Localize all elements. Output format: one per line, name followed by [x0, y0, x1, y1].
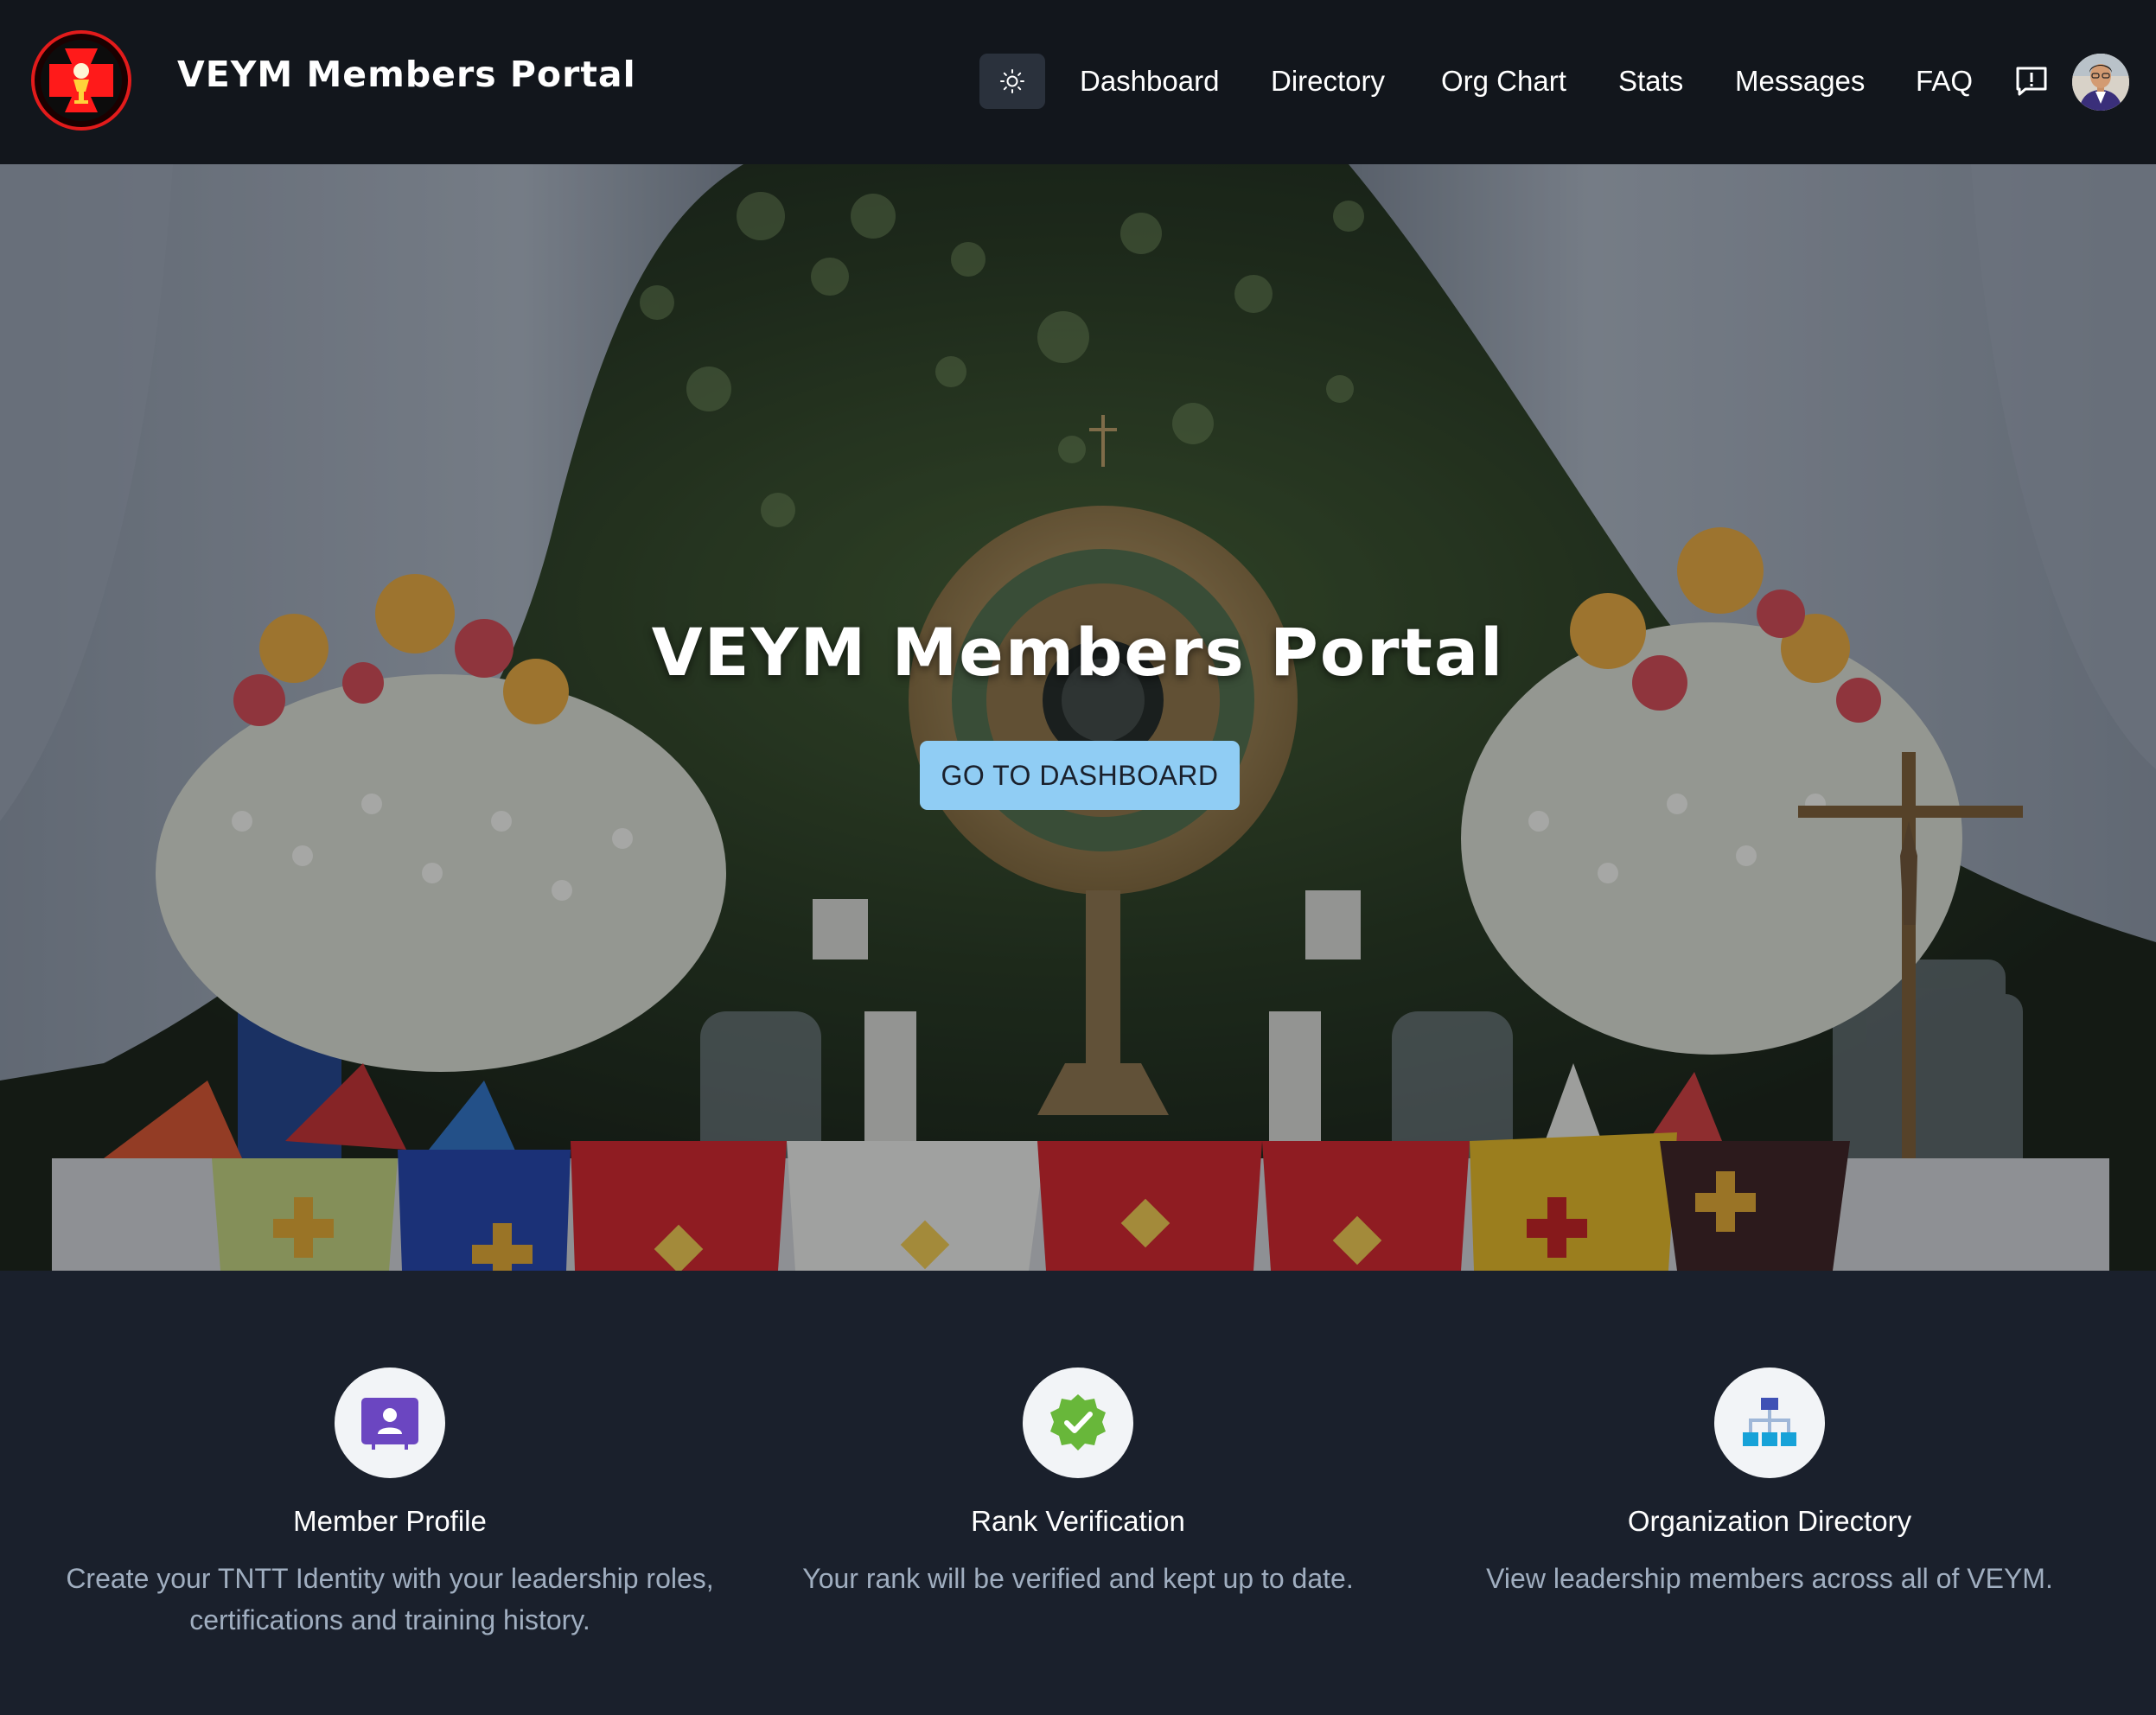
top-navbar: VEYM Members Portal Dashboard Directory …: [0, 0, 2156, 164]
features-section: Member Profile Create your TNTT Identity…: [0, 1271, 2156, 1715]
feedback-button[interactable]: [2012, 62, 2051, 100]
member-profile-icon: [335, 1368, 445, 1478]
feature-organization-directory: Organization Directory View leadership m…: [1432, 1368, 2107, 1599]
feature-description: View leadership members across all of VE…: [1486, 1563, 2053, 1594]
nav-dashboard[interactable]: Dashboard: [1080, 64, 1219, 99]
user-avatar[interactable]: [2072, 54, 2129, 111]
hero-dark-overlay: [0, 164, 2156, 1271]
feature-title: Organization Directory: [1627, 1505, 1912, 1537]
nav-org-chart[interactable]: Org Chart: [1441, 64, 1566, 99]
brand-title[interactable]: VEYM Members Portal: [177, 54, 636, 95]
nav-stats[interactable]: Stats: [1618, 64, 1683, 99]
feature-title: Member Profile: [293, 1505, 487, 1537]
veym-logo[interactable]: [30, 29, 132, 131]
nav-messages[interactable]: Messages: [1735, 64, 1865, 99]
feature-rank-verification: Rank Verification Your rank will be veri…: [741, 1368, 1415, 1599]
hero-banner: VEYM Members Portal GO TO DASHBOARD: [0, 164, 2156, 1271]
feedback-icon: [2016, 67, 2047, 96]
feature-title: Rank Verification: [971, 1505, 1185, 1537]
nav-faq[interactable]: FAQ: [1916, 64, 1973, 99]
feature-description: Create your TNTT Identity with your lead…: [66, 1563, 714, 1635]
nav-directory[interactable]: Directory: [1271, 64, 1385, 99]
org-chart-icon: [1714, 1368, 1825, 1478]
sun-icon: [1000, 69, 1024, 93]
feature-description: Your rank will be verified and kept up t…: [802, 1563, 1354, 1594]
verified-badge-icon: [1023, 1368, 1133, 1478]
go-to-dashboard-button[interactable]: GO TO DASHBOARD: [920, 741, 1240, 810]
theme-toggle-button[interactable]: [979, 54, 1045, 109]
hero-title: VEYM Members Portal: [651, 614, 1505, 691]
feature-member-profile: Member Profile Create your TNTT Identity…: [53, 1368, 727, 1641]
